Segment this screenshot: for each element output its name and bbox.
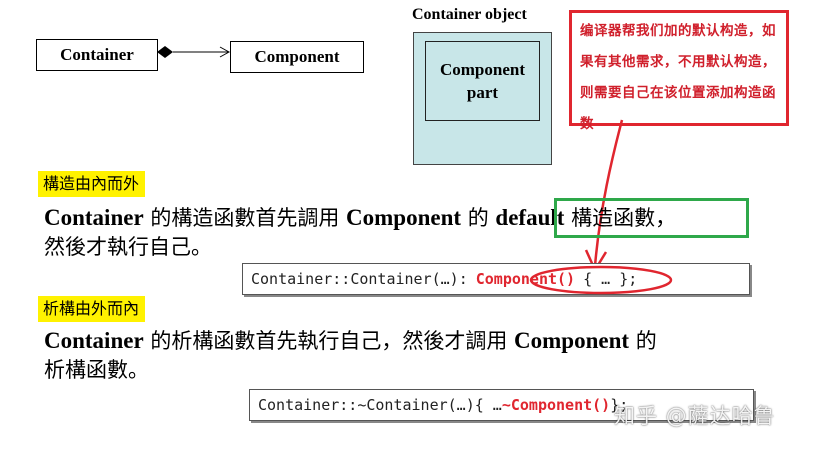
dtor-text-1: 的析構函數首先執行自己，然後才調用 (143, 329, 515, 353)
component-part-label-line2: part (466, 83, 499, 102)
dtor-term-container: Container (44, 328, 144, 353)
ctor-description-line2: 然後才執行自己。 (44, 235, 212, 259)
component-part-label-line1: Component (439, 60, 525, 79)
ctor-code-prefix: Container::Container(…): (251, 270, 468, 288)
container-object-box: Component part (413, 32, 552, 165)
dtor-text-2: 的 (629, 329, 657, 353)
watermark: 知乎 @薩达哈鲁 (614, 404, 776, 428)
container-class-box: Container (36, 39, 158, 71)
dtor-code-highlight: ~Component() (501, 396, 611, 414)
component-class-box: Component (230, 41, 364, 73)
ctor-heading-tag: 構造由內而外 (38, 171, 146, 197)
composition-diamond (157, 46, 173, 58)
dtor-code-prefix: Container::~Container(…){ … (258, 396, 502, 414)
default-ctor-highlight-box (554, 198, 749, 238)
dtor-description-line2: 析構函數。 (44, 358, 149, 382)
ctor-term-component: Component (346, 205, 462, 230)
ctor-text-2: 的 (461, 206, 496, 230)
ctor-text-1: 的構造函數首先調用 (143, 206, 347, 230)
dtor-heading-tag: 析構由外而內 (38, 296, 146, 322)
dtor-description-line1: Container 的析構函數首先執行自己，然後才調用 Component 的 (44, 326, 657, 356)
ctor-term-container: Container (44, 205, 144, 230)
composition-arrow (157, 46, 231, 58)
ctor-call-circle (529, 265, 673, 295)
component-part-box: Component part (425, 41, 540, 121)
container-object-title: Container object (412, 6, 527, 23)
dtor-term-component: Component (514, 328, 630, 353)
container-class-label: Container (60, 45, 134, 64)
component-class-label: Component (254, 47, 340, 66)
annotation-note: 编译器帮我们加的默认构造，如果有其他需求，不用默认构造，则需要自己在该位置添加构… (569, 10, 789, 132)
